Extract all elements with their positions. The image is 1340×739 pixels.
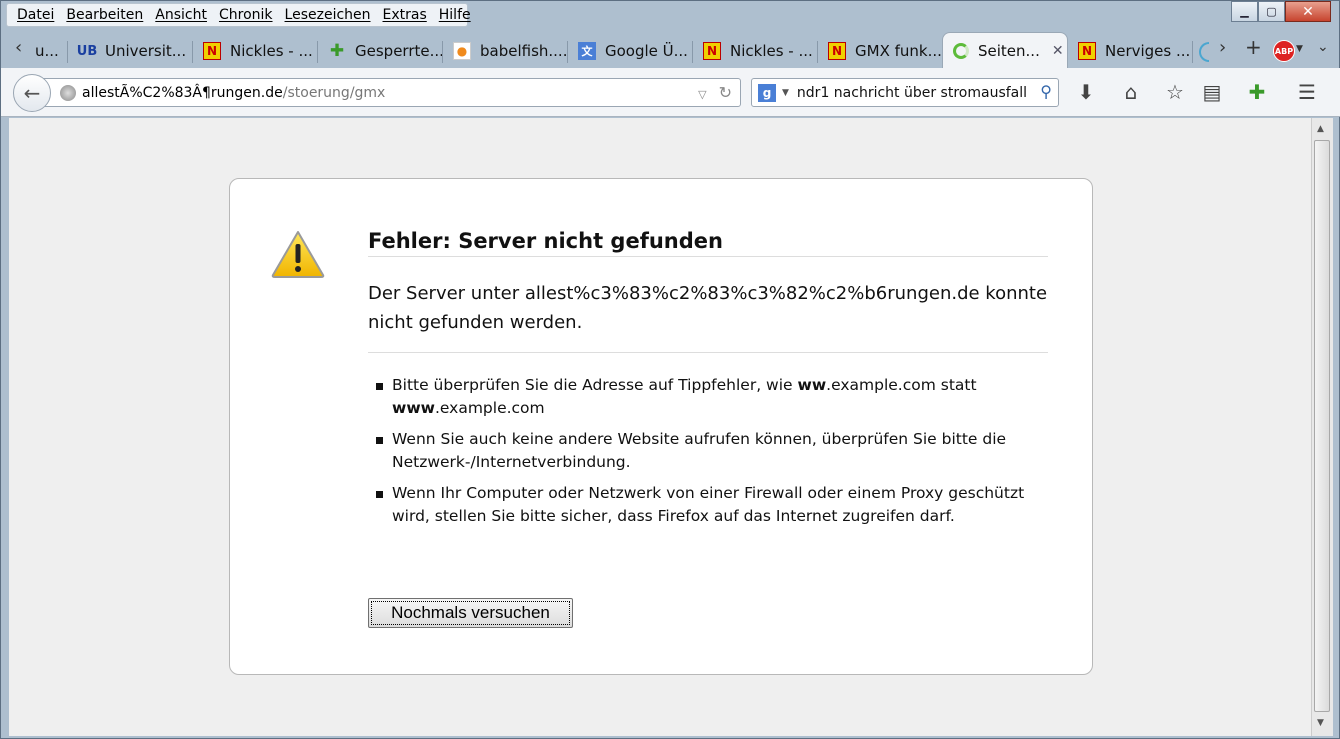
- tab-4[interactable]: ● babelfish....: [443, 34, 567, 68]
- tab-9[interactable]: N Nerviges ...: [1068, 34, 1192, 68]
- dropdown-icon[interactable]: ▽: [698, 88, 706, 101]
- maximize-button[interactable]: ▢: [1258, 1, 1285, 22]
- scroll-down-icon[interactable]: ▼: [1317, 718, 1324, 728]
- menu-extras[interactable]: Extras: [377, 7, 433, 23]
- chevron-down-icon[interactable]: ▼: [1296, 44, 1303, 54]
- close-tab-icon[interactable]: ✕: [1052, 43, 1064, 59]
- tips-list: Bitte überprüfen Sie die Adresse auf Tip…: [376, 374, 1026, 536]
- error-description: Der Server unter allest%c3%83%c2%83%c3%8…: [368, 283, 1048, 333]
- adblock-plus-icon[interactable]: ABP: [1273, 40, 1295, 62]
- reload-icon[interactable]: ↻: [719, 83, 732, 102]
- back-arrow-icon: ←: [23, 81, 41, 105]
- new-tab-icon[interactable]: +: [1245, 35, 1262, 59]
- search-icon[interactable]: ⚲: [1040, 82, 1052, 101]
- error-box: Fehler: Server nicht gefunden Der Server…: [229, 178, 1093, 675]
- puzzle-icon: ✚: [329, 41, 345, 61]
- menu-hilfe[interactable]: Hilfe: [433, 7, 477, 23]
- tab-label: babelfish....: [480, 42, 567, 60]
- url-path: /stoerung/gmx: [282, 84, 386, 101]
- tab-5[interactable]: 文 Google Ü...: [568, 34, 692, 68]
- search-bar[interactable]: g ▼ ndr1 nachricht über stromausfall ⚲: [751, 78, 1059, 107]
- window-controls: ▁ ▢ ✕: [1231, 1, 1331, 23]
- menu-hamburger-icon[interactable]: ☰: [1294, 80, 1320, 104]
- translate-icon: 文: [578, 42, 596, 60]
- tab-separator: [1192, 41, 1193, 63]
- tab-2[interactable]: N Nickles - ...: [193, 34, 317, 68]
- tab-label: Nickles - ...: [730, 42, 813, 60]
- scroll-tabs-left-icon[interactable]: ‹: [15, 37, 22, 58]
- divider: [368, 352, 1048, 353]
- warning-icon: [271, 231, 325, 278]
- page-content: Fehler: Server nicht gefunden Der Server…: [9, 118, 1311, 736]
- tab-1[interactable]: UB Universit...: [68, 34, 192, 68]
- minimize-button[interactable]: ▁: [1231, 1, 1258, 22]
- tip-firewall: Wenn Ihr Computer oder Netzwerk von eine…: [376, 482, 1026, 528]
- browser-window: Datei Bearbeiten Ansicht Chronik Lesezei…: [0, 0, 1340, 739]
- tip-bold: www: [392, 399, 435, 417]
- nickles-icon: N: [828, 42, 846, 60]
- menu-lesezeichen[interactable]: Lesezeichen: [279, 7, 377, 23]
- home-icon[interactable]: ⌂: [1118, 80, 1144, 104]
- url-host: allestÃ%C2%83Â¶rungen.de: [82, 84, 283, 101]
- nickles-icon: N: [703, 42, 721, 60]
- menu-ansicht[interactable]: Ansicht: [149, 7, 213, 23]
- retry-button[interactable]: Nochmals versuchen: [368, 598, 573, 628]
- tab-label: Gesperrte...: [355, 42, 442, 60]
- navigation-bar: allestÃ%C2%83Â¶rungen.de/stoerung/gmx ▽ ↻…: [1, 68, 1340, 117]
- divider: [368, 256, 1048, 257]
- tab-label: u...: [35, 42, 59, 60]
- tab-0[interactable]: u...: [27, 34, 67, 68]
- scroll-thumb[interactable]: [1314, 140, 1330, 712]
- partial-tab-icon[interactable]: [1199, 42, 1209, 62]
- tab-7[interactable]: N GMX funk...: [818, 34, 942, 68]
- loading-icon: [953, 42, 969, 59]
- tip-text: .example.com statt: [826, 376, 977, 394]
- tip-text: .example.com: [434, 399, 545, 417]
- tip-network: Wenn Sie auch keine andere Website aufru…: [376, 428, 1026, 474]
- bookmark-star-icon[interactable]: ☆: [1162, 80, 1188, 104]
- nickles-icon: N: [1078, 42, 1096, 60]
- scroll-tabs-right-icon[interactable]: ›: [1219, 37, 1226, 58]
- tab-label: Nickles - ...: [230, 42, 313, 60]
- tip-typo: Bitte überprüfen Sie die Adresse auf Tip…: [376, 374, 1026, 420]
- tab-strip: ‹ u... UB Universit... N Nickles - ... ✚ Ge…: [1, 31, 1340, 68]
- engine-dropdown-icon[interactable]: ▼: [782, 88, 789, 98]
- menu-chronik[interactable]: Chronik: [213, 7, 279, 23]
- reader-icon[interactable]: ▤: [1199, 80, 1225, 104]
- close-window-button[interactable]: ✕: [1285, 1, 1331, 22]
- error-title: Fehler: Server nicht gefunden: [368, 229, 723, 253]
- google-icon[interactable]: g: [758, 83, 776, 102]
- tab-8-active[interactable]: Seiten... ✕: [942, 32, 1068, 68]
- tab-label: Universit...: [105, 42, 187, 60]
- download-icon[interactable]: ⬇: [1073, 80, 1099, 104]
- globe-icon: [60, 84, 76, 101]
- url-bar[interactable]: allestÃ%C2%83Â¶rungen.de/stoerung/gmx ▽ ↻: [41, 78, 741, 107]
- tab-label: Google Ü...: [605, 42, 688, 60]
- nickles-icon: N: [203, 42, 221, 60]
- url-controls: ▽ ↻: [698, 83, 732, 102]
- tab-label: GMX funk...: [855, 42, 942, 60]
- tip-bold: ww: [797, 376, 827, 394]
- back-button[interactable]: ←: [13, 74, 51, 112]
- tab-label: Nerviges ...: [1105, 42, 1191, 60]
- list-all-tabs-icon[interactable]: ⌄: [1317, 39, 1329, 55]
- babelfish-icon: ●: [453, 42, 471, 60]
- tab-3[interactable]: ✚ Gesperrte...: [318, 34, 442, 68]
- scroll-up-icon[interactable]: ▲: [1317, 124, 1324, 134]
- menu-bearbeiten[interactable]: Bearbeiten: [60, 7, 149, 23]
- addon-puzzle-icon[interactable]: ✚: [1244, 80, 1270, 104]
- tip-text: Bitte überprüfen Sie die Adresse auf Tip…: [392, 376, 798, 394]
- search-input[interactable]: ndr1 nachricht über stromausfall: [797, 85, 1027, 101]
- tab-label: Seiten...: [978, 41, 1040, 60]
- tab-6[interactable]: N Nickles - ...: [693, 34, 817, 68]
- menu-datei[interactable]: Datei: [11, 7, 60, 23]
- menu-bar: Datei Bearbeiten Ansicht Chronik Lesezei…: [6, 3, 471, 27]
- vertical-scrollbar[interactable]: ▲ ▼: [1311, 118, 1333, 736]
- ub-icon: UB: [76, 43, 98, 59]
